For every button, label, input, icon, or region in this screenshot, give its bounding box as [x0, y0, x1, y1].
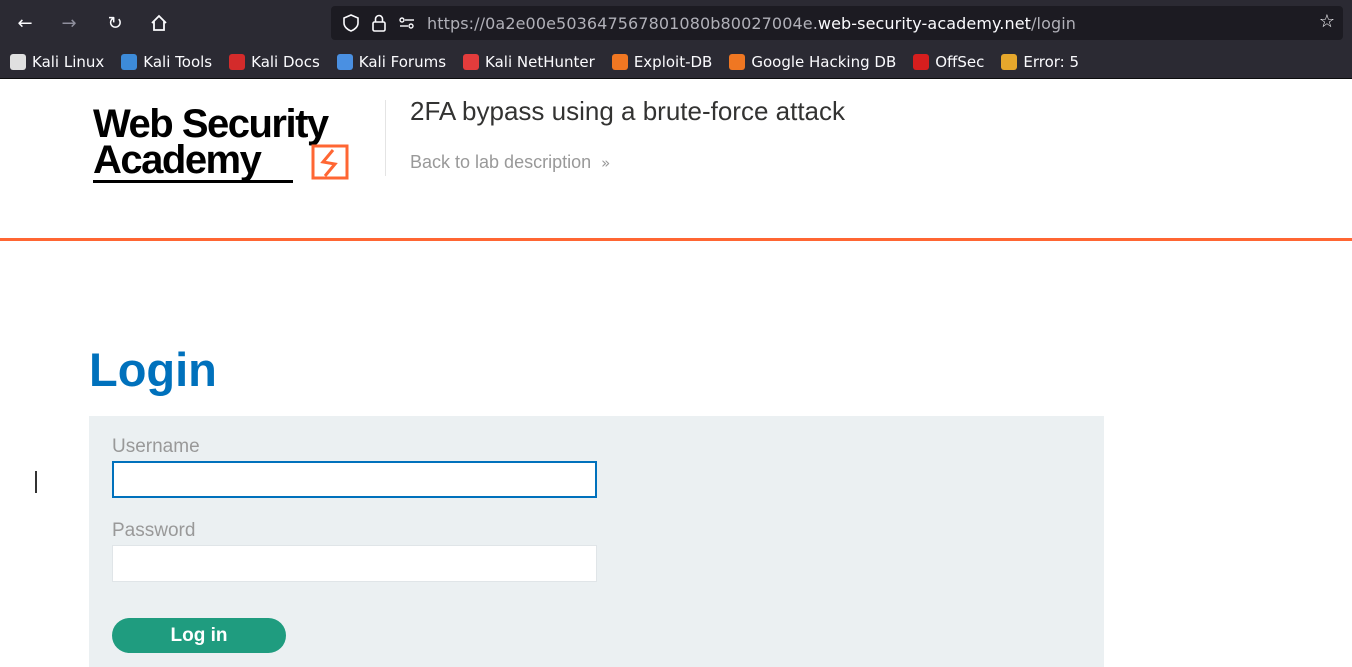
bookmark-star-icon[interactable]: ☆	[1319, 11, 1335, 32]
double-chevron-right-icon: »	[601, 153, 611, 172]
header-divider	[385, 100, 386, 176]
bookmark-label: Google Hacking DB	[751, 53, 897, 71]
bookmark-label: Error: 5	[1023, 53, 1080, 71]
url-text: https://0a2e00e503647567801080b80027004e…	[427, 14, 1076, 33]
lock-icon[interactable]	[365, 14, 393, 32]
home-icon[interactable]	[142, 6, 176, 40]
page-title: Login	[89, 343, 217, 396]
bookmark-item[interactable]: Exploit-DB	[611, 53, 713, 71]
bookmark-label: Kali NetHunter	[485, 53, 595, 71]
permissions-icon[interactable]	[393, 16, 421, 30]
url-path: /login	[1031, 13, 1077, 33]
browser-toolbar: ← → ↻ https://0a2e00e503647567801080b800…	[0, 0, 1352, 46]
kali-docs-icon	[229, 54, 246, 70]
kali-forums-icon	[336, 54, 353, 70]
bookmark-item[interactable]: Kali NetHunter	[463, 53, 595, 71]
address-bar[interactable]: https://0a2e00e503647567801080b80027004e…	[331, 6, 1343, 40]
logo-underline	[93, 180, 293, 183]
bookmark-label: Kali Forums	[358, 53, 447, 71]
kali-dragon-icon	[10, 54, 26, 70]
bookmark-item[interactable]: Kali Forums	[336, 53, 447, 71]
bookmark-item[interactable]: Kali Tools	[121, 53, 212, 71]
ghdb-icon	[729, 54, 746, 70]
bookmark-label: Kali Tools	[143, 53, 213, 71]
back-link-label: Back to lab description	[410, 152, 592, 172]
logo-text-line1: Web Security	[93, 102, 329, 146]
bookmark-label: Kali Linux	[32, 53, 105, 71]
back-arrow-icon[interactable]: ←	[8, 6, 42, 40]
shield-icon[interactable]	[337, 14, 365, 32]
password-input[interactable]	[112, 545, 597, 582]
page-content: Web Security Academy 2FA bypass using a …	[0, 80, 1352, 667]
back-to-lab-link[interactable]: Back to lab description »	[410, 152, 610, 173]
bookmark-label: OffSec	[935, 53, 985, 71]
bookmark-label: Exploit-DB	[633, 53, 713, 71]
login-button[interactable]: Log in	[112, 618, 286, 653]
reload-icon[interactable]: ↻	[98, 6, 132, 40]
url-prefix: https://0a2e00e503647567801080b80027004e…	[427, 13, 818, 33]
kali-tools-icon	[121, 54, 138, 70]
bookmark-item[interactable]: Kali Docs	[229, 53, 320, 71]
header-separator	[0, 238, 1352, 241]
logo-lightning-icon	[311, 144, 349, 180]
text-caret	[35, 471, 37, 493]
error-icon	[1001, 54, 1018, 70]
forward-arrow-icon[interactable]: →	[52, 6, 86, 40]
bookmark-item[interactable]: Google Hacking DB	[729, 53, 896, 71]
username-label: Username	[112, 436, 200, 457]
login-form: Username Password Log in	[89, 416, 1104, 667]
bookmark-item[interactable]: OffSec	[913, 53, 984, 71]
bookmarks-bar: Kali Linux Kali Tools Kali Docs Kali Forums…	[0, 46, 1352, 79]
bookmark-item[interactable]: Error: 5	[1001, 53, 1079, 71]
url-domain: web-security-academy.net	[817, 13, 1032, 33]
bookmark-label: Kali Docs	[251, 53, 320, 71]
offsec-icon	[913, 54, 930, 70]
password-label: Password	[112, 520, 196, 541]
lab-title: 2FA bypass using a brute-force attack	[410, 96, 846, 126]
username-input[interactable]	[112, 461, 597, 498]
web-security-academy-logo[interactable]: Web Security Academy	[93, 100, 383, 190]
kali-nethunter-icon	[463, 54, 480, 70]
exploit-db-icon	[611, 54, 628, 70]
logo-text-line2: Academy	[93, 138, 262, 182]
bookmark-item[interactable]: Kali Linux	[10, 53, 104, 71]
